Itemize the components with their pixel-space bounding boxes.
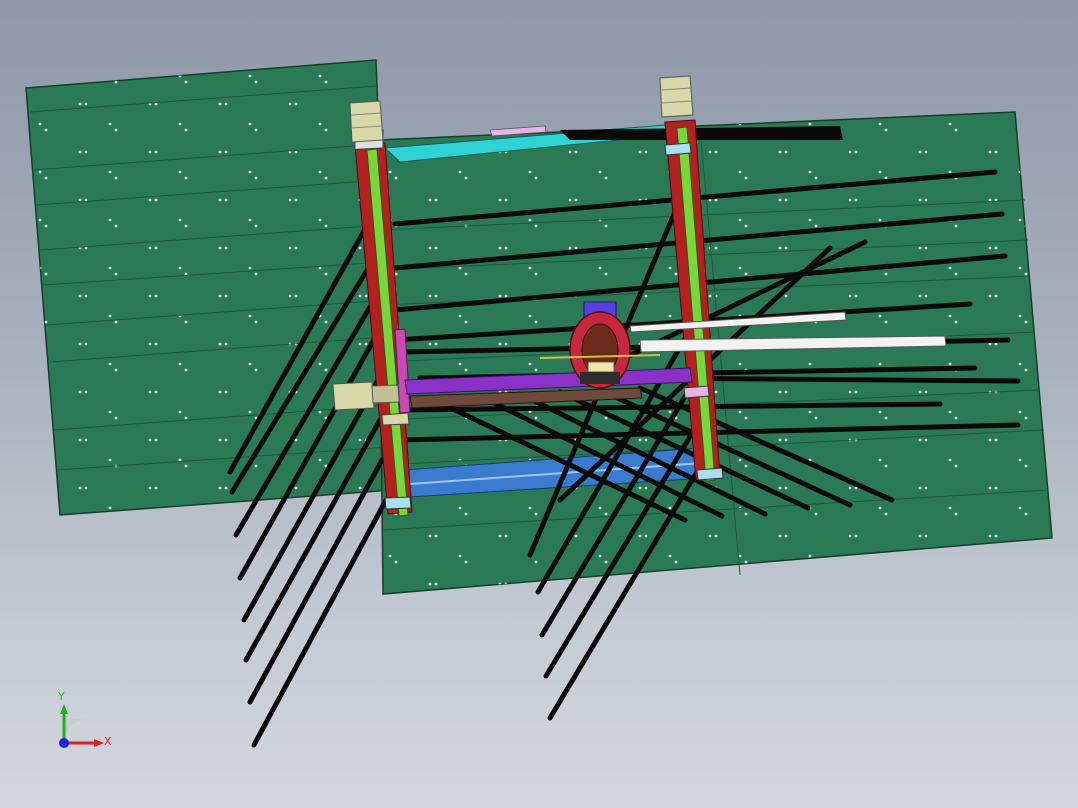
left-top-motor [349,100,384,143]
coordinate-triad [59,704,104,748]
cad-viewport[interactable]: Y X [0,0,1078,808]
left-base-plate [25,59,393,516]
right-top-motor [659,75,694,118]
x-axis-label: X [104,735,112,748]
y-axis-label: Y [57,690,65,703]
